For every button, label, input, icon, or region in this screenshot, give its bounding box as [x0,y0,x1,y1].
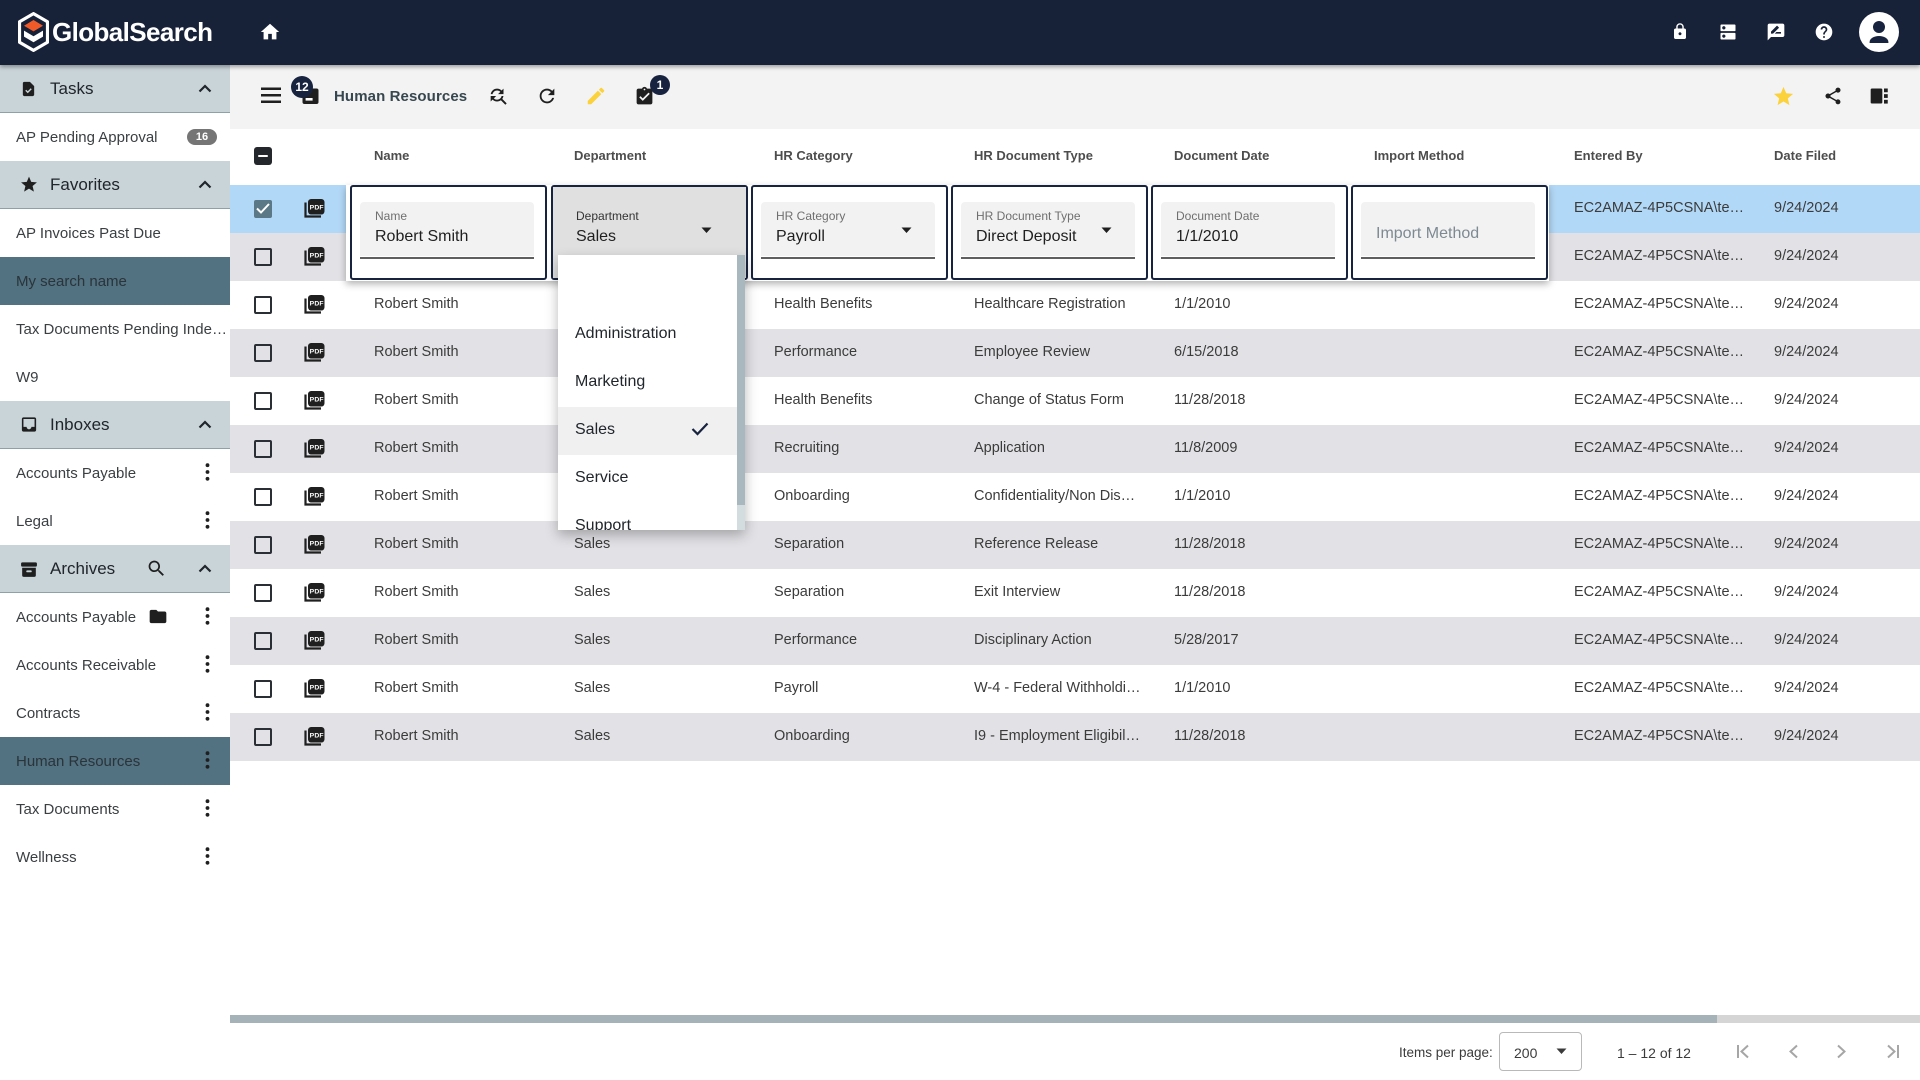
svg-text:PDF: PDF [310,733,324,740]
svg-text:PDF: PDF [310,685,324,692]
svg-text:PDF: PDF [310,589,324,596]
svg-text:PDF: PDF [310,637,324,644]
svg-text:PDF: PDF [310,349,324,356]
svg-text:PDF: PDF [310,301,324,308]
svg-text:PDF: PDF [310,493,324,500]
svg-text:PDF: PDF [310,253,324,260]
svg-text:PDF: PDF [310,205,324,212]
svg-text:PDF: PDF [310,397,324,404]
svg-text:PDF: PDF [310,541,324,548]
svg-text:PDF: PDF [310,445,324,452]
